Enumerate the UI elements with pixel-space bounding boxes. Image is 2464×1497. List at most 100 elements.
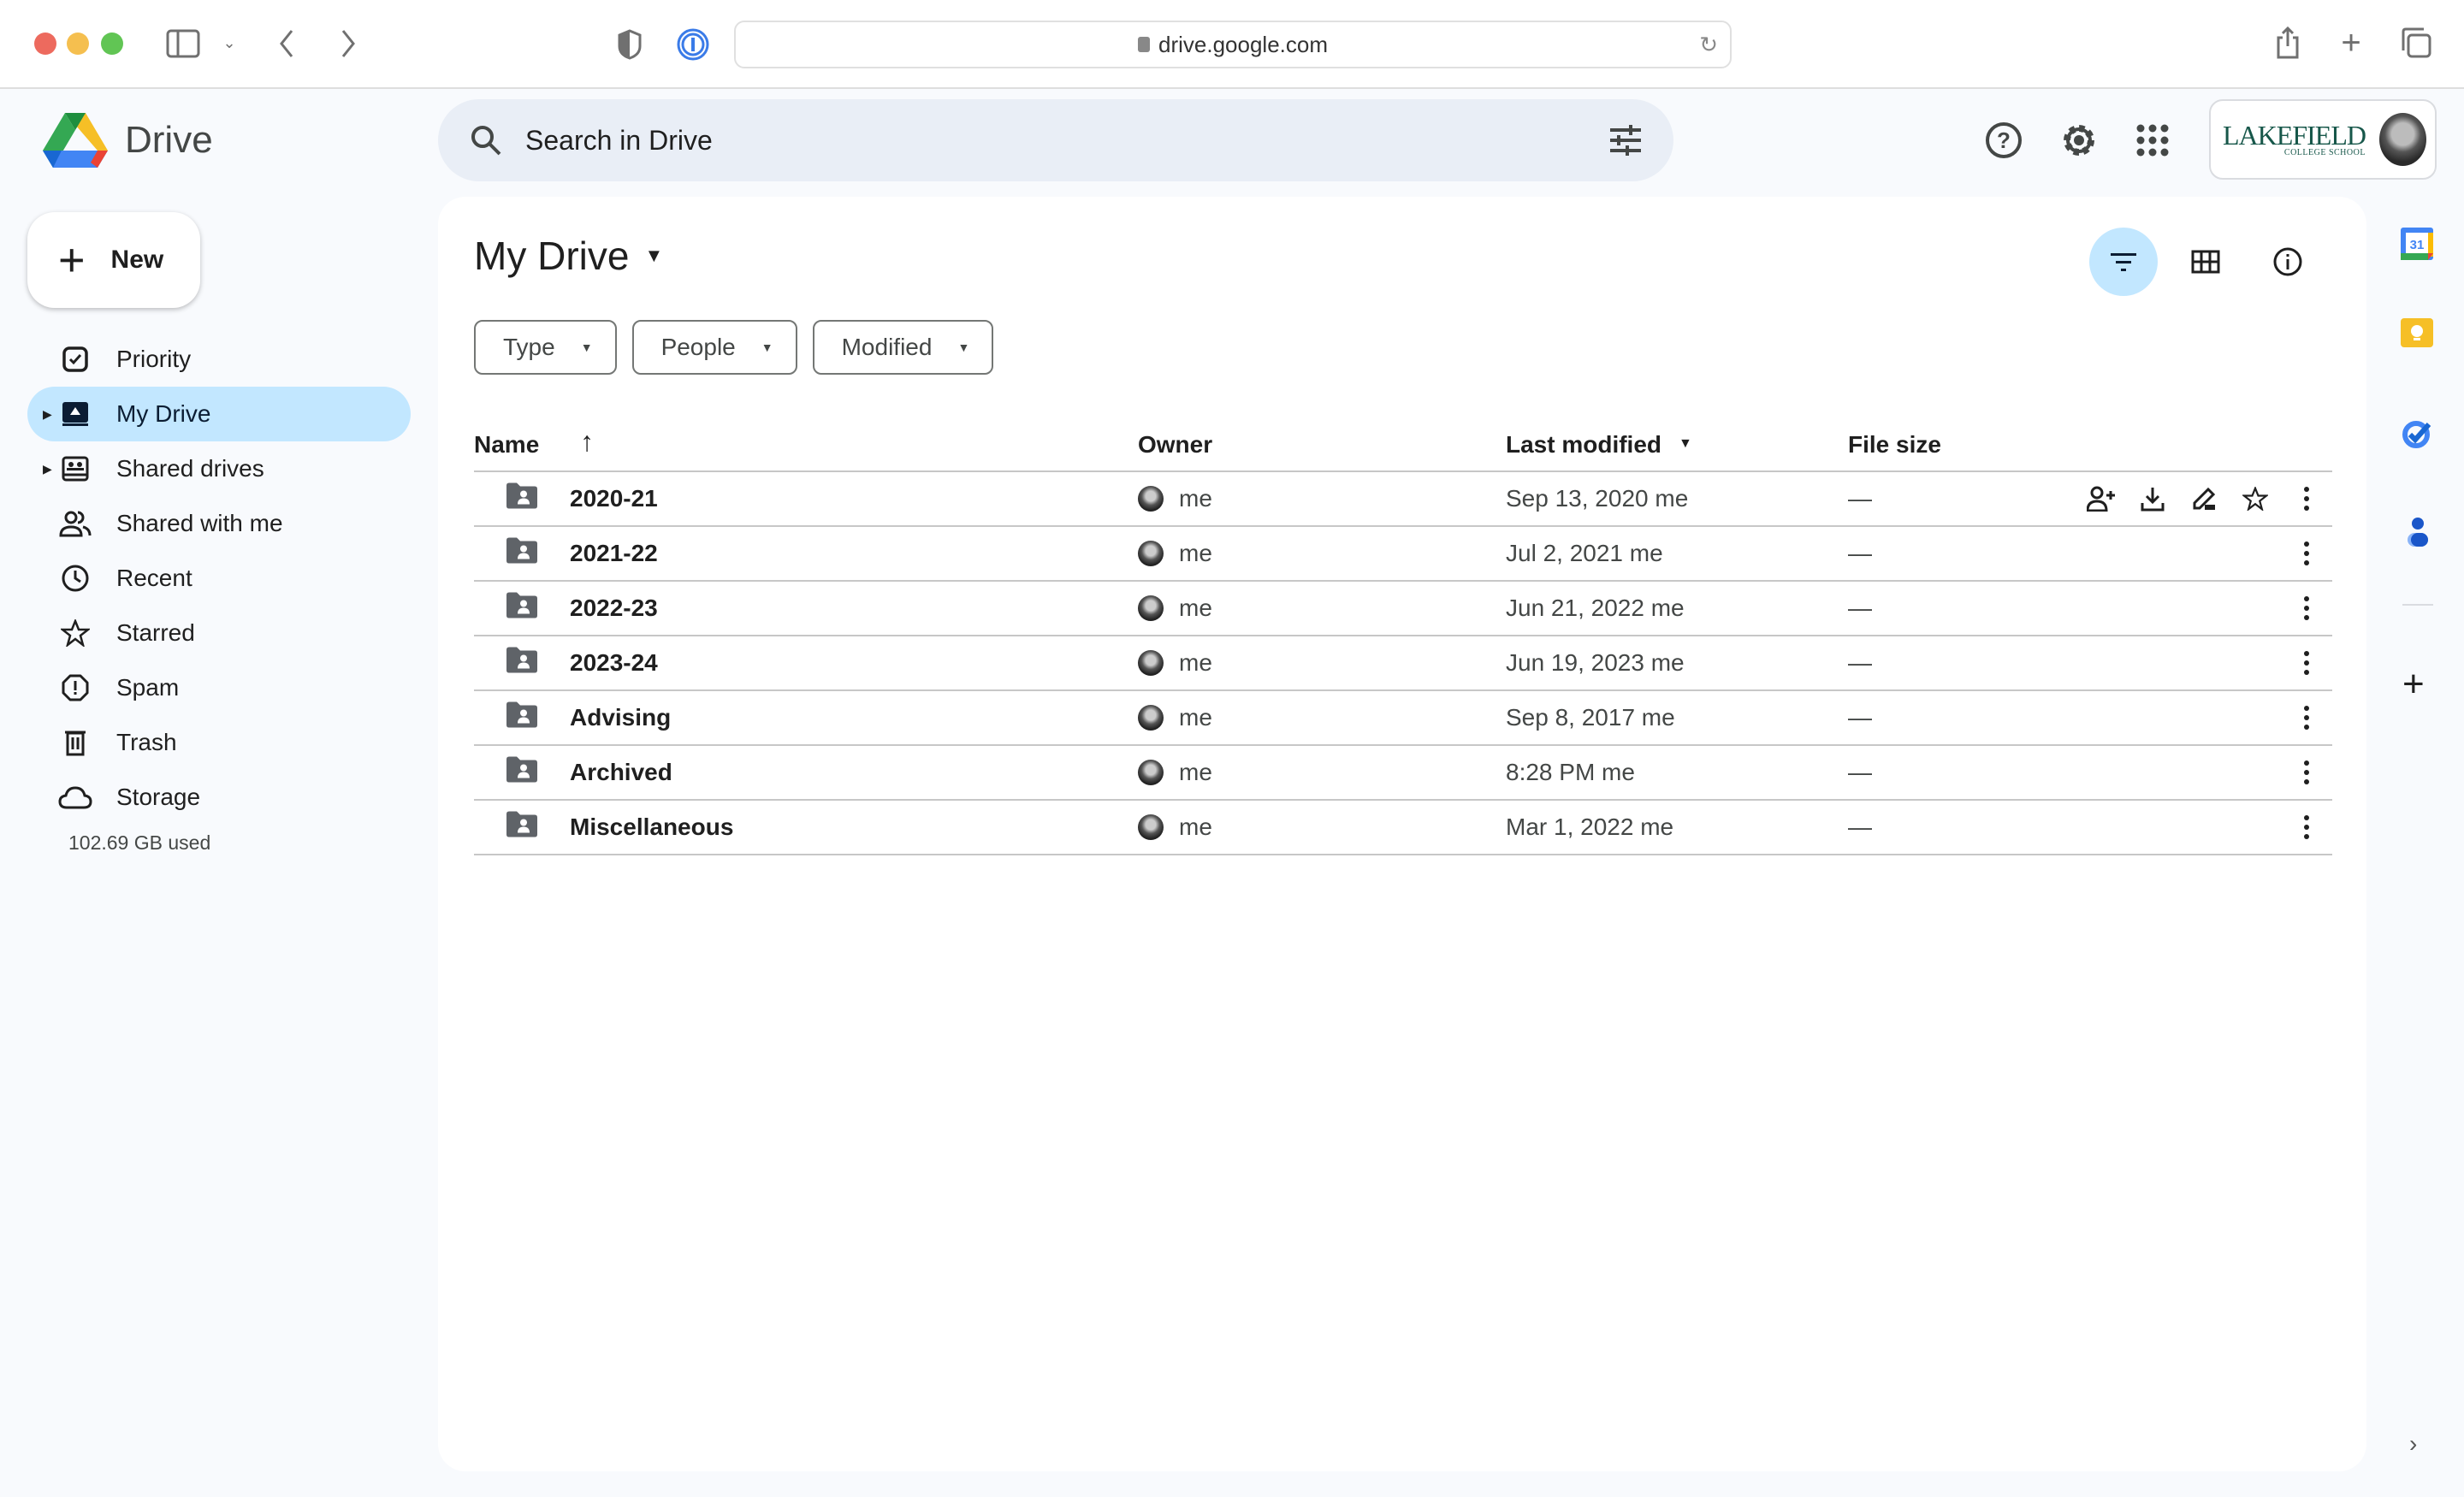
- sidebar-item-trash[interactable]: Trash: [27, 715, 411, 770]
- more-options-icon[interactable]: [2281, 583, 2332, 634]
- search-input[interactable]: Search in Drive: [525, 125, 1608, 157]
- new-button[interactable]: + New: [27, 212, 200, 308]
- last-modified: Sep 13, 2020 me: [1506, 485, 1689, 512]
- file-name[interactable]: 2021-22: [570, 540, 658, 567]
- more-options-icon[interactable]: [2281, 692, 2332, 743]
- minimize-window-button[interactable]: [67, 33, 89, 55]
- tab-overview-icon[interactable]: [2399, 26, 2433, 60]
- file-size: —: [1848, 649, 1872, 676]
- maximize-window-button[interactable]: [101, 33, 123, 55]
- sort-ascending-icon[interactable]: ↑: [580, 426, 594, 458]
- last-modified: Sep 8, 2017 me: [1506, 704, 1675, 731]
- row-actions: [2281, 528, 2332, 579]
- search-icon[interactable]: [469, 123, 503, 157]
- shared-folder-icon: [505, 647, 539, 680]
- table-header: Name ↑ Owner Last modified ▼ File size: [474, 412, 2332, 472]
- more-options-icon[interactable]: [2281, 802, 2332, 853]
- drive-app: Drive Search in Drive ? LAKEFIELD COLLEG…: [0, 89, 2464, 1497]
- row-actions: [2281, 802, 2332, 853]
- sidebar-item-shared-drives[interactable]: ▶ Shared drives: [27, 441, 411, 496]
- details-button[interactable]: [2254, 228, 2322, 296]
- share-icon[interactable]: [2272, 24, 2303, 62]
- sidebar-item-storage[interactable]: Storage: [27, 770, 411, 825]
- sidebar-item-my-drive[interactable]: ▶ My Drive: [27, 387, 411, 441]
- column-owner[interactable]: Owner: [1138, 431, 1212, 459]
- search-bar[interactable]: Search in Drive: [438, 99, 1673, 181]
- lock-icon: [1138, 37, 1150, 52]
- google-apps-icon[interactable]: [2130, 118, 2175, 163]
- table-row[interactable]: 2020-21 me Sep 13, 2020 me —: [474, 472, 2332, 527]
- more-options-icon[interactable]: [2281, 747, 2332, 798]
- file-name[interactable]: Archived: [570, 759, 672, 786]
- back-button[interactable]: [275, 27, 298, 60]
- account-switcher[interactable]: LAKEFIELD COLLEGE SCHOOL: [2209, 99, 2437, 180]
- caret-down-icon: ▼: [957, 340, 970, 354]
- sidebar-item-starred[interactable]: Starred: [27, 606, 411, 660]
- share-person-add-icon[interactable]: [2076, 473, 2127, 524]
- search-options-icon[interactable]: [1608, 123, 1643, 157]
- new-tab-icon[interactable]: +: [2336, 24, 2366, 62]
- filter-people[interactable]: People ▼: [631, 320, 797, 375]
- owner-name: me: [1179, 704, 1212, 731]
- storage-usage-text: 102.69 GB used: [68, 831, 211, 854]
- address-bar[interactable]: drive.google.com ↻: [734, 21, 1732, 68]
- chevron-down-icon[interactable]: ⌄: [221, 34, 238, 51]
- file-name[interactable]: Advising: [570, 704, 671, 731]
- row-actions: [2281, 692, 2332, 743]
- download-icon[interactable]: [2127, 473, 2178, 524]
- settings-gear-icon[interactable]: [2057, 118, 2101, 163]
- sidebar-item-recent[interactable]: Recent: [27, 551, 411, 606]
- page-title[interactable]: My Drive ▼: [474, 233, 663, 279]
- file-name[interactable]: Miscellaneous: [570, 814, 733, 841]
- sidebar-item-spam[interactable]: Spam: [27, 660, 411, 715]
- account-avatar[interactable]: [2378, 113, 2426, 166]
- password-manager-icon[interactable]: [676, 27, 710, 62]
- expand-arrow-icon[interactable]: ▶: [43, 462, 52, 476]
- owner-avatar: [1138, 595, 1164, 621]
- shared-folder-icon: [505, 756, 539, 790]
- more-options-icon[interactable]: [2281, 528, 2332, 579]
- star-icon[interactable]: [2230, 473, 2281, 524]
- rename-pencil-icon[interactable]: [2178, 473, 2230, 524]
- expand-arrow-icon[interactable]: ▶: [43, 407, 52, 422]
- file-size: —: [1848, 540, 1872, 566]
- sidebar-item-priority[interactable]: Priority: [27, 332, 411, 387]
- table-row[interactable]: Advising me Sep 8, 2017 me —: [474, 691, 2332, 746]
- drive-logo[interactable]: Drive: [43, 111, 213, 169]
- svg-text:?: ?: [1997, 127, 2011, 153]
- expand-panel-icon[interactable]: ›: [2409, 1430, 2417, 1458]
- organization-logo: LAKEFIELD COLLEGE SCHOOL: [2223, 119, 2366, 157]
- caret-down-icon[interactable]: ▼: [1679, 436, 1692, 452]
- forward-button[interactable]: [337, 27, 359, 60]
- table-row[interactable]: 2022-23 me Jun 21, 2022 me —: [474, 582, 2332, 636]
- filter-modified[interactable]: Modified ▼: [812, 320, 994, 375]
- table-row[interactable]: 2023-24 me Jun 19, 2023 me —: [474, 636, 2332, 691]
- tasks-app-icon[interactable]: [2401, 417, 2435, 452]
- file-name[interactable]: 2023-24: [570, 649, 658, 677]
- reload-icon[interactable]: ↻: [1699, 32, 1718, 58]
- column-file-size[interactable]: File size: [1848, 431, 1941, 459]
- table-row[interactable]: Archived me 8:28 PM me —: [474, 746, 2332, 801]
- more-options-icon[interactable]: [2281, 637, 2332, 689]
- more-options-icon[interactable]: [2281, 473, 2332, 524]
- keep-app-icon[interactable]: [2401, 318, 2435, 352]
- sidebar-toggle-icon[interactable]: [166, 29, 200, 58]
- column-name[interactable]: Name: [474, 431, 539, 459]
- sort-lines-icon: [2111, 253, 2136, 271]
- sidebar-item-shared-with-me[interactable]: Shared with me: [27, 496, 411, 551]
- file-name[interactable]: 2020-21: [570, 485, 658, 512]
- clock-icon: [58, 561, 92, 595]
- calendar-app-icon[interactable]: 31: [2401, 228, 2435, 262]
- table-row[interactable]: 2021-22 me Jul 2, 2021 me —: [474, 527, 2332, 582]
- contacts-app-icon[interactable]: [2401, 515, 2435, 549]
- grid-view-button[interactable]: [2171, 228, 2240, 296]
- file-name[interactable]: 2022-23: [570, 595, 658, 622]
- close-window-button[interactable]: [34, 33, 56, 55]
- table-row[interactable]: Miscellaneous me Mar 1, 2022 me —: [474, 801, 2332, 855]
- add-app-button[interactable]: +: [2402, 666, 2425, 703]
- column-last-modified[interactable]: Last modified: [1506, 431, 1661, 459]
- filter-type[interactable]: Type ▼: [474, 320, 617, 375]
- list-view-button[interactable]: [2089, 228, 2158, 296]
- privacy-shield-icon[interactable]: [616, 27, 643, 62]
- help-icon[interactable]: ?: [1981, 118, 2026, 163]
